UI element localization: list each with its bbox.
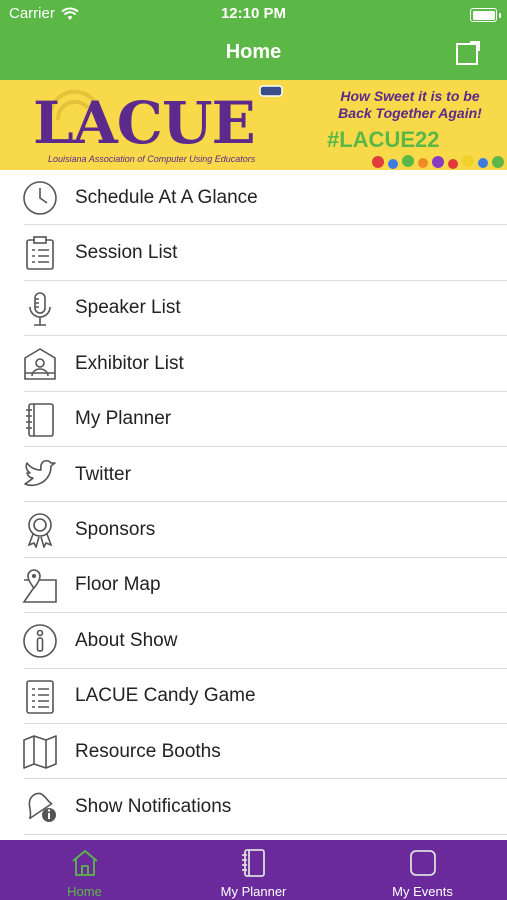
- clipboard-icon: [26, 236, 54, 271]
- battery-tip: [499, 13, 501, 18]
- battery-icon: [470, 8, 497, 22]
- award-icon: [27, 513, 53, 549]
- menu-item-label: Session List: [75, 242, 178, 264]
- menu-item-label: About Show: [75, 629, 178, 651]
- banner-logo: LACUE: [33, 89, 256, 157]
- menu-item-twitter[interactable]: Twitter: [0, 447, 507, 503]
- menu-item-notifications[interactable]: Show Notifications: [0, 779, 507, 836]
- menu-item-candy-game[interactable]: LACUE Candy Game: [0, 669, 507, 725]
- home-icon: [72, 850, 98, 876]
- menu-item-label: Twitter: [75, 463, 131, 485]
- notebook-icon: [242, 849, 265, 877]
- tab-home[interactable]: Home: [0, 840, 169, 900]
- compose-icon[interactable]: [455, 40, 481, 66]
- menu-item-my-planner[interactable]: My Planner: [0, 392, 507, 448]
- menu-item-label: Show Notifications: [75, 795, 232, 817]
- menu-item-label: Schedule At A Glance: [75, 186, 258, 208]
- page-title: Home: [225, 41, 282, 63]
- mouse-icon: [259, 85, 283, 97]
- clock-time: 12:10 PM: [220, 5, 287, 22]
- menu-item-label: My Planner: [75, 408, 172, 430]
- menu-item-sponsors[interactable]: Sponsors: [0, 502, 507, 559]
- booth-icon: [24, 348, 56, 380]
- menu-item-schedule[interactable]: Schedule At A Glance: [0, 170, 507, 226]
- banner-hashtag: #LACUE22: [327, 127, 440, 152]
- bell-icon: [28, 792, 56, 823]
- menu-item-label: Sponsors: [75, 519, 156, 541]
- banner-subtitle: Louisiana Association of Computer Using …: [48, 154, 256, 164]
- list-icon: [26, 679, 54, 714]
- tab-my-planner[interactable]: My Planner: [169, 840, 338, 900]
- menu-item-label: Speaker List: [75, 297, 181, 319]
- tab-label: My Planner: [220, 884, 287, 899]
- tab-label: My Events: [392, 884, 453, 899]
- menu-item-exhibitor-list[interactable]: Exhibitor List: [0, 336, 507, 392]
- info-icon: [23, 624, 57, 658]
- menu-item-label: Exhibitor List: [75, 352, 184, 374]
- tagline-line-2: Back Together Again!: [338, 105, 482, 121]
- home-menu: Schedule At A Glance Session List Speake…: [0, 170, 507, 836]
- menu-item-resource-booths[interactable]: Resource Booths: [0, 724, 507, 780]
- tagline-line-1: How Sweet it is to be: [340, 88, 480, 104]
- notebook-icon: [26, 402, 54, 437]
- menu-item-session-list[interactable]: Session List: [0, 225, 507, 282]
- map-pin-icon: [22, 568, 57, 603]
- event-banner[interactable]: LACUE Louisiana Association of Computer …: [0, 80, 507, 170]
- menu-item-label: Floor Map: [75, 574, 161, 596]
- banner-tagline: How Sweet it is to be Back Together Agai…: [320, 88, 500, 122]
- square-icon: [410, 850, 436, 876]
- menu-item-floor-map[interactable]: Floor Map: [0, 558, 507, 614]
- nav-header: Carrier 12:10 PM Home: [0, 0, 507, 80]
- clock-icon: [23, 181, 57, 215]
- menu-item-about-show[interactable]: About Show: [0, 613, 507, 669]
- status-bar: Carrier 12:10 PM: [0, 5, 507, 25]
- twitter-icon: [24, 459, 56, 487]
- microphone-icon: [29, 291, 51, 326]
- tab-bar: Home My Planner My Events: [0, 840, 507, 900]
- menu-item-label: Resource Booths: [75, 740, 221, 762]
- tab-my-events[interactable]: My Events: [338, 840, 507, 900]
- folded-map-icon: [23, 735, 57, 769]
- tab-label: Home: [67, 884, 102, 899]
- menu-item-label: LACUE Candy Game: [75, 685, 256, 707]
- menu-item-speaker-list[interactable]: Speaker List: [0, 281, 507, 337]
